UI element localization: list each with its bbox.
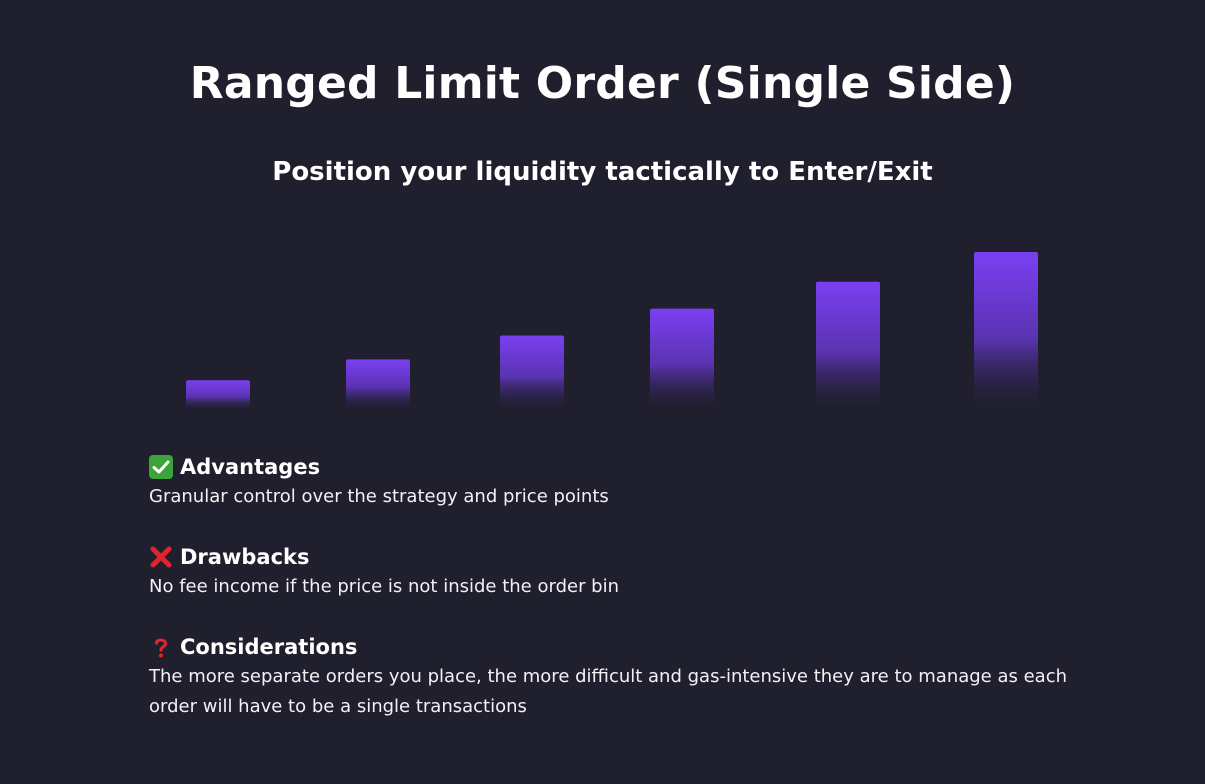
drawbacks-section: Drawbacks No fee income if the price is … bbox=[149, 542, 1109, 602]
liquidity-bar-chart bbox=[186, 252, 1038, 410]
drawbacks-text: No fee income if the price is not inside… bbox=[149, 576, 620, 597]
liquidity-bar-5 bbox=[816, 281, 880, 410]
cross-mark-icon bbox=[150, 546, 172, 568]
liquidity-bar-2 bbox=[346, 359, 410, 410]
considerations-section: Considerations The more separate orders … bbox=[149, 632, 1109, 722]
considerations-text: The more separate orders you place, the … bbox=[149, 666, 1068, 717]
drawbacks-title: Drawbacks bbox=[180, 545, 310, 569]
liquidity-bar-4 bbox=[650, 308, 714, 410]
page-subtitle: Position your liquidity tactically to En… bbox=[272, 157, 933, 187]
liquidity-bar-3 bbox=[500, 335, 564, 410]
liquidity-bar-1 bbox=[186, 380, 250, 410]
page-title: Ranged Limit Order (Single Side) bbox=[189, 58, 1016, 109]
advantages-section: Advantages Granular control over the str… bbox=[149, 452, 1109, 512]
advantages-title: Advantages bbox=[180, 455, 321, 479]
considerations-title: Considerations bbox=[180, 635, 358, 659]
check-mark-icon bbox=[149, 455, 173, 479]
question-mark-icon bbox=[154, 638, 168, 658]
liquidity-bar-6 bbox=[974, 252, 1038, 410]
advantages-text: Granular control over the strategy and p… bbox=[149, 486, 609, 507]
